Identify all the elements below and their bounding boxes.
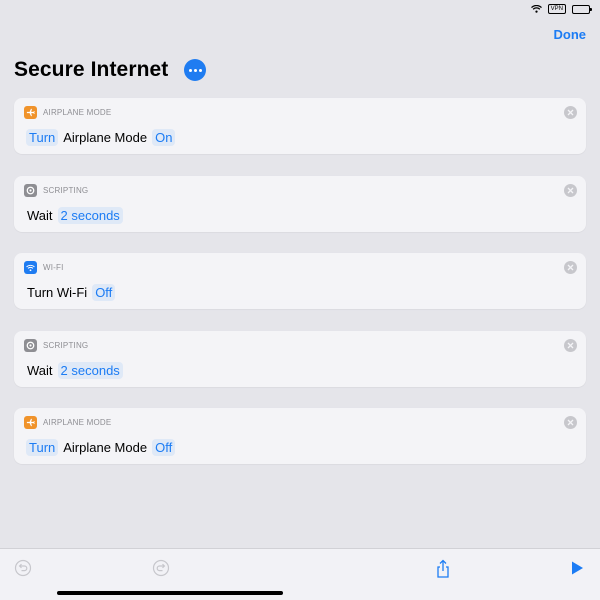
ellipsis-icon (188, 68, 192, 72)
action-header: AIRPLANE MODE (24, 106, 111, 119)
parameter-token[interactable]: Turn (26, 439, 59, 456)
more-options-button[interactable] (184, 59, 207, 81)
action-category: AIRPLANE MODE (43, 108, 112, 117)
parameter-token[interactable]: 2 seconds (57, 206, 123, 224)
action-body: Wait 2 seconds (26, 361, 123, 379)
status-bar: VPN (530, 2, 592, 16)
action-header: AIRPLANE MODE (24, 416, 111, 429)
vpn-badge: VPN (547, 4, 566, 14)
parameter-token[interactable]: Turn (26, 129, 59, 146)
close-icon (567, 187, 574, 193)
action-category: AIRPLANE MODE (43, 418, 112, 427)
action-text: Wait (27, 207, 53, 223)
action-category: SCRIPTING (43, 185, 89, 195)
redo-button[interactable] (152, 559, 170, 580)
share-button[interactable] (434, 559, 452, 582)
action-body: Turn Airplane Mode Off (26, 439, 176, 456)
page-title: Secure Internet (14, 58, 169, 81)
wifi-status-icon (530, 5, 542, 13)
remove-action-button[interactable] (564, 416, 577, 429)
redo-icon (152, 559, 170, 577)
close-icon (567, 109, 574, 116)
action-body: Turn Wi-Fi Off (26, 284, 116, 301)
action-category: SCRIPTING (43, 340, 89, 350)
play-icon (572, 561, 583, 575)
battery-icon (572, 4, 592, 14)
airplane-icon (24, 106, 37, 119)
parameter-token[interactable]: 2 seconds (57, 361, 123, 379)
remove-action-button[interactable] (564, 183, 577, 197)
bottom-toolbar (0, 548, 600, 600)
gear-icon (24, 183, 37, 197)
close-icon (567, 342, 574, 348)
action-text: Turn Wi-Fi (27, 285, 88, 300)
close-icon (567, 419, 574, 426)
parameter-token[interactable]: On (152, 129, 176, 146)
action-card[interactable]: WI-FI Turn Wi-Fi Off (14, 253, 586, 309)
remove-action-button[interactable] (564, 338, 577, 352)
remove-action-button[interactable] (564, 106, 577, 119)
share-icon (437, 559, 449, 578)
home-indicator (57, 591, 283, 595)
airplane-icon (24, 416, 37, 429)
action-text: Wait (27, 362, 53, 378)
parameter-token[interactable]: Off (92, 284, 116, 301)
done-button[interactable]: Done (554, 27, 587, 42)
undo-button[interactable] (14, 559, 32, 580)
remove-action-button[interactable] (564, 261, 577, 274)
close-icon (567, 264, 574, 271)
title-row: Secure Internet (14, 58, 207, 82)
undo-icon (14, 559, 32, 577)
action-header: SCRIPTING (24, 338, 89, 352)
action-card[interactable]: SCRIPTING Wait 2 seconds (14, 175, 586, 232)
action-category: WI-FI (43, 263, 64, 272)
gear-icon (24, 338, 37, 352)
action-body: Turn Airplane Mode On (26, 129, 176, 146)
action-text: Airplane Mode (63, 130, 148, 145)
action-card[interactable]: SCRIPTING Wait 2 seconds (14, 330, 586, 387)
action-list: AIRPLANE MODE Turn Airplane Mode On SCRIPTIN… (14, 98, 586, 486)
action-header: SCRIPTING (24, 183, 89, 197)
parameter-token[interactable]: Off (152, 439, 176, 456)
wifi-icon (24, 261, 37, 274)
action-card[interactable]: AIRPLANE MODE Turn Airplane Mode Off (14, 408, 586, 464)
action-header: WI-FI (24, 261, 64, 274)
action-body: Wait 2 seconds (26, 206, 123, 224)
action-card[interactable]: AIRPLANE MODE Turn Airplane Mode On (14, 98, 586, 154)
action-text: Airplane Mode (63, 440, 148, 455)
run-button[interactable] (570, 560, 584, 579)
